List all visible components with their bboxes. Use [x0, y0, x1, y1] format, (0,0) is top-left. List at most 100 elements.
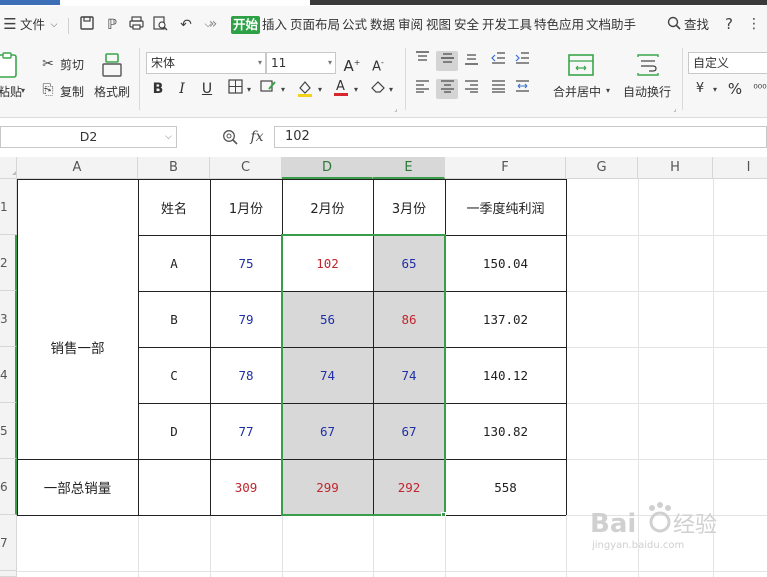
column-header-e[interactable]: E [373, 157, 445, 179]
tab-security[interactable]: 安全 [454, 16, 479, 34]
tab-view[interactable]: 视图 [426, 16, 451, 34]
cell-d3[interactable]: 56 [282, 291, 373, 347]
column-header-g[interactable]: G [566, 157, 638, 179]
wrap-text-button[interactable]: 自动换行 [623, 83, 671, 100]
font-size-select[interactable]: 11 ▾ [266, 52, 336, 74]
cell-c1[interactable]: 1月份 [210, 179, 282, 235]
tab-developer[interactable]: 开发工具 [482, 16, 532, 34]
merge-center-button[interactable]: 合并居中 [553, 83, 601, 100]
row-header-5[interactable]: 5 [0, 403, 17, 459]
borders-dropdown-icon[interactable]: ▾ [244, 81, 254, 99]
hamburger-menu-icon[interactable]: ☰ [2, 15, 18, 33]
search-label[interactable]: 查找 [684, 16, 709, 34]
cell-f1[interactable]: 一季度纯利润 [445, 179, 566, 235]
increase-font-icon[interactable]: A+ [342, 53, 362, 75]
zoom-formula-icon[interactable] [221, 129, 239, 150]
cell-e6[interactable]: 292 [373, 459, 445, 515]
cell-f2[interactable]: 150.04 [445, 235, 566, 291]
bold-icon[interactable]: B [148, 79, 168, 99]
cell-c2[interactable]: 75 [210, 235, 282, 291]
align-bottom-icon[interactable] [461, 51, 481, 71]
help-icon[interactable]: ? [722, 15, 736, 33]
tab-page-layout[interactable]: 页面布局 [290, 16, 340, 34]
format-painter-icon[interactable] [100, 52, 124, 78]
cell-f3[interactable]: 137.02 [445, 291, 566, 347]
percent-icon[interactable]: % [725, 79, 745, 99]
decrease-indent-icon[interactable] [488, 51, 508, 71]
cell-e1[interactable]: 3月份 [373, 179, 445, 235]
italic-icon[interactable]: I [172, 79, 192, 99]
chevron-down-icon[interactable]: ⌵ [48, 16, 60, 34]
cell-b5[interactable]: D [138, 403, 210, 459]
column-header-h[interactable]: H [638, 157, 713, 179]
merge-dropdown-icon[interactable]: ▾ [603, 82, 613, 100]
row-header-6[interactable]: 6 [0, 459, 17, 515]
tab-home[interactable]: 开始 [231, 16, 261, 34]
column-header-a[interactable]: A [17, 157, 138, 179]
align-left-icon[interactable] [412, 79, 432, 99]
currency-dropdown-icon[interactable]: ▾ [710, 81, 720, 99]
cell-a2-merged[interactable]: 销售一部 [17, 235, 138, 459]
search-icon[interactable] [666, 16, 682, 35]
cell-f5[interactable]: 130.82 [445, 403, 566, 459]
function-icon[interactable]: fx [247, 128, 267, 146]
cell-style-dropdown-icon[interactable]: ▾ [278, 81, 288, 99]
align-center-icon[interactable] [436, 79, 458, 99]
cell-c4[interactable]: 78 [210, 347, 282, 403]
wrap-text-icon[interactable] [634, 52, 662, 78]
alignment-group-launcher-icon[interactable]: ⌟ [671, 100, 679, 118]
row-header-2[interactable]: 2 [0, 235, 17, 291]
merge-center-icon[interactable] [567, 52, 595, 78]
paste-icon[interactable] [0, 52, 22, 78]
borders-icon[interactable] [225, 79, 245, 99]
cell-b2[interactable]: A [138, 235, 210, 291]
select-all-corner[interactable] [0, 157, 17, 179]
row-header-1[interactable]: 1 [0, 179, 17, 235]
number-format-select[interactable]: 自定义 [688, 52, 767, 74]
tab-data[interactable]: 数据 [370, 16, 395, 34]
cell-d4[interactable]: 74 [282, 347, 373, 403]
font-name-select[interactable]: 宋体 ▾ [146, 52, 266, 74]
align-middle-icon[interactable] [436, 51, 458, 71]
font-color-icon[interactable]: A [331, 77, 351, 97]
paste-dropdown-icon[interactable]: ▾ [18, 82, 28, 100]
tab-formulas[interactable]: 公式 [342, 16, 367, 34]
thousands-icon[interactable]: ⁰⁰⁰ [750, 79, 767, 99]
tab-insert[interactable]: 插入 [262, 16, 287, 34]
align-right-icon[interactable] [461, 79, 481, 99]
cell-e5[interactable]: 67 [373, 403, 445, 459]
row-header-4[interactable]: 4 [0, 347, 17, 403]
undo-icon[interactable]: ↶ [178, 16, 194, 34]
cell-e4[interactable]: 74 [373, 347, 445, 403]
cell-c3[interactable]: 79 [210, 291, 282, 347]
cell-d1[interactable]: 2月份 [282, 179, 373, 235]
window-tab-active[interactable] [0, 0, 60, 5]
cell-d6[interactable]: 299 [282, 459, 373, 515]
cell-b4[interactable]: C [138, 347, 210, 403]
print-icon[interactable] [128, 16, 144, 35]
row-header-7[interactable]: 7 [0, 515, 17, 571]
column-header-c[interactable]: C [210, 157, 282, 179]
clear-icon[interactable] [368, 79, 388, 99]
cell-e2[interactable]: 65 [373, 235, 445, 291]
format-painter-button[interactable]: 格式刷 [94, 83, 130, 100]
cell-b1[interactable]: 姓名 [138, 179, 210, 235]
tab-doc-assistant[interactable]: 文档助手 [586, 16, 636, 34]
cell-e3[interactable]: 86 [373, 291, 445, 347]
copy-button[interactable]: 复制 [60, 83, 84, 100]
column-header-i[interactable]: I [713, 157, 767, 179]
cell-b3[interactable]: B [138, 291, 210, 347]
formula-input[interactable]: 102 [274, 126, 767, 148]
more-options-icon[interactable]: ⋮ [747, 15, 761, 33]
cell-c6[interactable]: 309 [210, 459, 282, 515]
row-header-8[interactable] [0, 571, 17, 577]
cell-style-icon[interactable] [258, 79, 278, 99]
fill-color-icon[interactable] [295, 79, 315, 99]
paint-icon[interactable]: ℙ [104, 16, 120, 34]
save-icon[interactable] [79, 16, 95, 35]
tab-special-apps[interactable]: 特色应用 [534, 16, 584, 34]
cut-icon[interactable]: ✂ [40, 55, 56, 73]
copy-icon[interactable]: ⎘ [40, 81, 56, 99]
increase-indent-icon[interactable] [512, 51, 532, 71]
cell-f6[interactable]: 558 [445, 459, 566, 515]
